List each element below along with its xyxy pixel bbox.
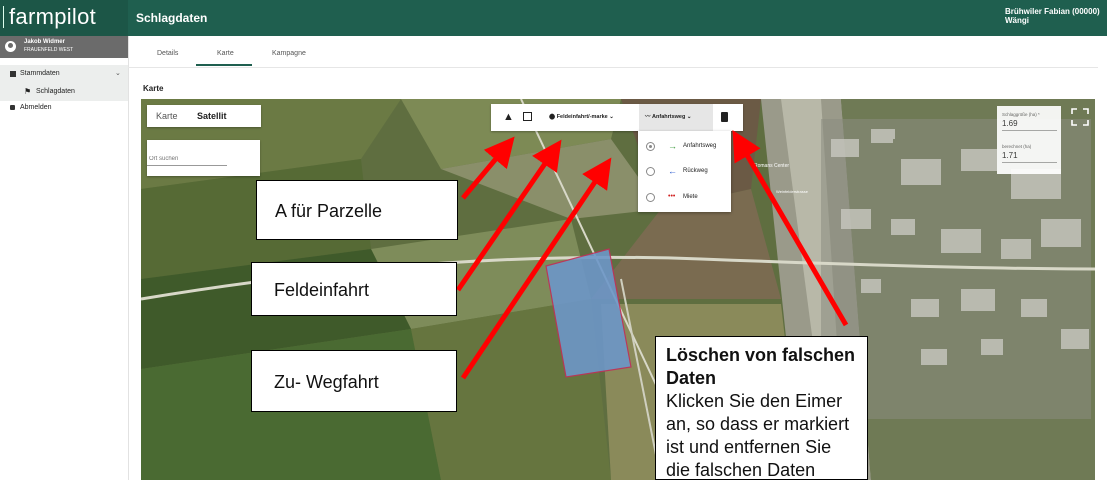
arrow-trash [732,130,849,327]
callout-feldeinfahrt: Feldeinfahrt [251,262,457,316]
callout-delete-title: Löschen von falschen Daten [666,345,856,388]
annotation-arrows [455,130,849,380]
callout-delete-text: Klicken Sie den Eimer an, so dass er mar… [666,391,850,480]
callout-parzelle: A für Parzelle [256,180,458,240]
callout-wegfahrt: Zu- Wegfahrt [251,350,457,412]
callout-delete: Löschen von falschen Daten Klicken Sie d… [655,336,868,480]
arrow-route [460,157,612,380]
arrow-parcel [461,136,515,200]
